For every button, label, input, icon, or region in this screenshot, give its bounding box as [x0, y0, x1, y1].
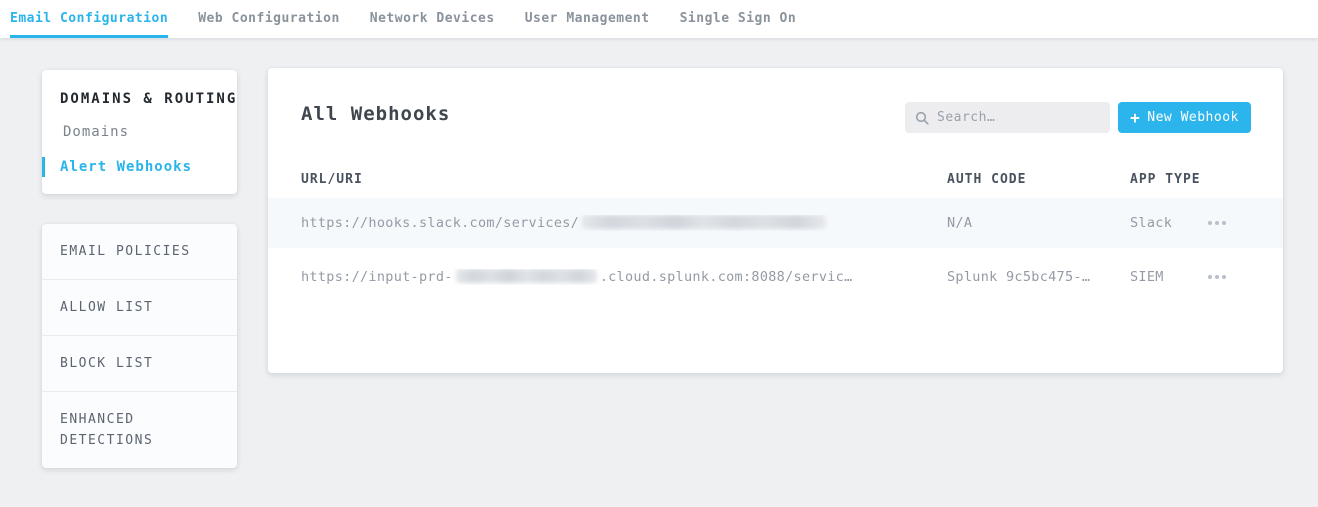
top-nav: Email Configuration Web Configuration Ne…	[0, 0, 1318, 38]
tab-network-devices[interactable]: Network Devices	[370, 0, 495, 38]
table-row[interactable]: https://hooks.slack.com/services/ N/A Sl…	[268, 198, 1283, 248]
domains-routing-title: DOMAINS & ROUTING	[42, 70, 237, 107]
app-type-cell: Slack	[1130, 215, 1206, 231]
sidebar-item-allow-list[interactable]: ALLOW LIST	[42, 279, 237, 335]
search-input[interactable]	[937, 110, 1100, 125]
tab-user-management[interactable]: User Management	[525, 0, 650, 38]
sidebar-item-block-list[interactable]: BLOCK LIST	[42, 335, 237, 391]
tab-email-configuration[interactable]: Email Configuration	[10, 0, 168, 38]
page-title: All Webhooks	[301, 103, 450, 125]
new-webhook-button[interactable]: + New Webhook	[1118, 102, 1251, 133]
new-webhook-label: New Webhook	[1147, 110, 1239, 125]
tab-single-sign-on[interactable]: Single Sign On	[680, 0, 797, 38]
sections-card: EMAIL POLICIES ALLOW LIST BLOCK LIST ENH…	[42, 224, 237, 468]
column-header-url: URL/URI	[301, 172, 947, 187]
webhooks-table: URL/URI AUTH CODE APP TYPE https://hooks…	[301, 160, 1250, 306]
sidebar-item-domains[interactable]: Domains	[42, 122, 237, 142]
auth-code-cell: N/A	[947, 215, 1130, 231]
tab-web-configuration[interactable]: Web Configuration	[198, 0, 340, 38]
sidebar-item-email-policies[interactable]: EMAIL POLICIES	[42, 224, 237, 279]
row-menu-icon[interactable]	[1206, 271, 1250, 283]
sidebar-item-enhanced-detections[interactable]: ENHANCED DETECTIONS	[42, 391, 237, 468]
plus-icon: +	[1130, 110, 1140, 126]
column-header-auth-code: AUTH CODE	[947, 172, 1130, 187]
all-webhooks-panel: All Webhooks + New Webhook URL/URI AUTH …	[268, 68, 1283, 373]
auth-code-cell: Splunk 9c5bc475-…	[947, 269, 1130, 285]
domains-routing-card: DOMAINS & ROUTING Domains Alert Webhooks	[42, 70, 237, 194]
row-menu-icon[interactable]	[1206, 217, 1250, 229]
webhook-url-cell: https://hooks.slack.com/services/	[301, 215, 947, 231]
redacted-url-segment	[582, 215, 826, 229]
webhook-url-cell: https://input-prd-.cloud.splunk.com:8088…	[301, 269, 947, 285]
search-box[interactable]	[905, 102, 1110, 133]
search-icon	[915, 111, 929, 125]
table-header-row: URL/URI AUTH CODE APP TYPE	[301, 160, 1250, 198]
app-type-cell: SIEM	[1130, 269, 1206, 285]
table-row[interactable]: https://input-prd-.cloud.splunk.com:8088…	[268, 248, 1283, 306]
column-header-app-type: APP TYPE	[1130, 172, 1206, 187]
sidebar-item-alert-webhooks[interactable]: Alert Webhooks	[42, 157, 237, 177]
redacted-url-segment	[456, 269, 597, 283]
